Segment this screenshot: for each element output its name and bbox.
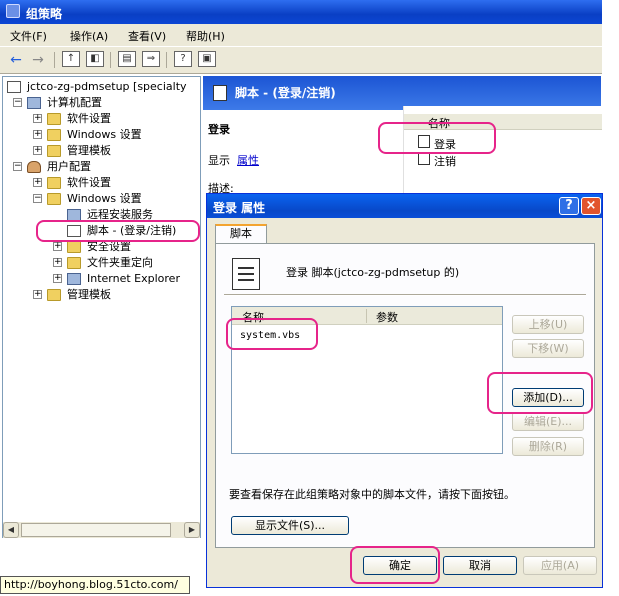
script-large-icon (232, 258, 260, 290)
details-header-title: 脚本 - (登录/注销) (235, 86, 336, 100)
list-item-logoff[interactable]: 注销 (434, 153, 456, 169)
internet-explorer-icon (67, 273, 81, 285)
tree-user-config[interactable]: − 用户配置 (3, 159, 200, 175)
tab-scripts[interactable]: 脚本 (215, 224, 267, 244)
policy-icon (7, 81, 21, 93)
folder-icon (47, 113, 61, 125)
scroll-right-icon[interactable]: ▶ (184, 522, 200, 538)
group-policy-icon (6, 4, 20, 18)
expand-icon[interactable]: + (33, 178, 42, 187)
help-button[interactable]: ? (559, 197, 579, 215)
highlight-scripts-node (36, 220, 200, 242)
up-folder-icon[interactable]: ↑ (62, 51, 80, 67)
toolbar-separator (166, 52, 167, 68)
forward-arrow-icon[interactable]: → (28, 51, 48, 69)
console-tree: jctco-zg-pdmsetup [specialty − 计算机配置 + 软… (2, 76, 201, 538)
menu-help[interactable]: 帮助(H) (186, 28, 225, 44)
computer-icon (27, 97, 41, 109)
folder-icon (47, 129, 61, 141)
tree-folder-redirection[interactable]: + 文件夹重定向 (3, 255, 200, 271)
highlight-add-button (487, 372, 593, 414)
user-icon (27, 161, 41, 173)
scroll-thumb[interactable] (21, 523, 171, 537)
help-icon[interactable]: ? (174, 51, 192, 67)
console-tree-icon[interactable]: ▣ (198, 51, 216, 67)
column-parameters[interactable]: 参数 (376, 309, 398, 325)
move-down-button[interactable]: 下移(W) (512, 339, 584, 358)
expand-icon[interactable]: + (33, 130, 42, 139)
scroll-left-icon[interactable]: ◀ (3, 522, 19, 538)
separator (224, 294, 586, 296)
collapse-icon[interactable]: − (33, 194, 42, 203)
menu-view[interactable]: 查看(V) (128, 28, 166, 44)
apply-button[interactable]: 应用(A) (523, 556, 597, 575)
tree-user-admin-templates[interactable]: + 管理模板 (3, 287, 200, 303)
folder-icon (47, 177, 61, 189)
highlight-ok-button (350, 546, 440, 584)
highlight-logon-item (378, 122, 496, 154)
back-arrow-icon[interactable]: ← (6, 51, 26, 69)
toolbar-separator (54, 52, 55, 68)
expand-icon[interactable]: + (33, 290, 42, 299)
folder-open-icon (47, 193, 61, 205)
folder-icon (67, 257, 81, 269)
window-titlebar[interactable]: 组策略 (0, 0, 602, 24)
folder-icon (47, 145, 61, 157)
edit-button[interactable]: 编辑(E)... (512, 412, 584, 431)
move-up-button[interactable]: 上移(U) (512, 315, 584, 334)
expand-icon[interactable]: + (53, 258, 62, 267)
tree-horizontal-scrollbar[interactable]: ◀ ▶ (3, 522, 200, 538)
tree-computer-config[interactable]: − 计算机配置 (3, 95, 200, 111)
tree-root[interactable]: jctco-zg-pdmsetup [specialty (3, 79, 200, 95)
menu-action[interactable]: 操作(A) (70, 28, 108, 44)
column-divider[interactable] (366, 309, 367, 323)
export-list-icon[interactable]: ⇒ (142, 51, 160, 67)
script-icon (213, 85, 227, 101)
security-icon (67, 241, 81, 253)
show-hide-tree-icon[interactable]: ◧ (86, 51, 104, 67)
dialog-title: 登录 属性 (213, 201, 266, 215)
tree-windows-settings[interactable]: + Windows 设置 (3, 127, 200, 143)
tree-admin-templates[interactable]: + 管理模板 (3, 143, 200, 159)
collapse-icon[interactable]: − (13, 162, 22, 171)
dialog-heading: 登录 脚本(jctco-zg-pdmsetup 的) (286, 266, 460, 279)
properties-link[interactable]: 属性 (237, 152, 259, 168)
menu-bar: 文件(F) 操作(A) 查看(V) 帮助(H) (0, 24, 602, 46)
menu-file[interactable]: 文件(F) (10, 28, 47, 44)
display-label: 显示 (208, 154, 230, 167)
toolbar-separator (110, 52, 111, 68)
show-files-button[interactable]: 显示文件(S)... (231, 516, 349, 535)
tree-user-windows-settings[interactable]: − Windows 设置 (3, 191, 200, 207)
tree-internet-explorer[interactable]: + Internet Explorer (3, 271, 200, 287)
window-title: 组策略 (26, 7, 63, 21)
status-url: http://boyhong.blog.51cto.com/ (0, 576, 190, 594)
expand-icon[interactable]: + (53, 274, 62, 283)
expand-icon[interactable]: + (33, 146, 42, 155)
remove-button[interactable]: 删除(R) (512, 437, 584, 456)
properties-icon[interactable]: ▤ (118, 51, 136, 67)
section-title: 登录 (208, 123, 230, 136)
cancel-button[interactable]: 取消 (443, 556, 517, 575)
dialog-titlebar[interactable]: 登录 属性 ? × (207, 194, 602, 218)
tree-user-software-settings[interactable]: + 软件设置 (3, 175, 200, 191)
folder-icon (47, 289, 61, 301)
close-icon[interactable]: × (581, 197, 601, 215)
collapse-icon[interactable]: − (13, 98, 22, 107)
expand-icon[interactable]: + (33, 114, 42, 123)
info-text: 要查看保存在此组策略对象中的脚本文件，请按下面按钮。 (229, 488, 515, 501)
toolbar: ← → ↑ ◧ ▤ ⇒ ? ▣ (0, 46, 602, 74)
expand-icon[interactable]: + (53, 242, 62, 251)
tree-software-settings[interactable]: + 软件设置 (3, 111, 200, 127)
details-header: 脚本 - (登录/注销) (203, 76, 601, 110)
highlight-system-vbs (226, 318, 318, 350)
